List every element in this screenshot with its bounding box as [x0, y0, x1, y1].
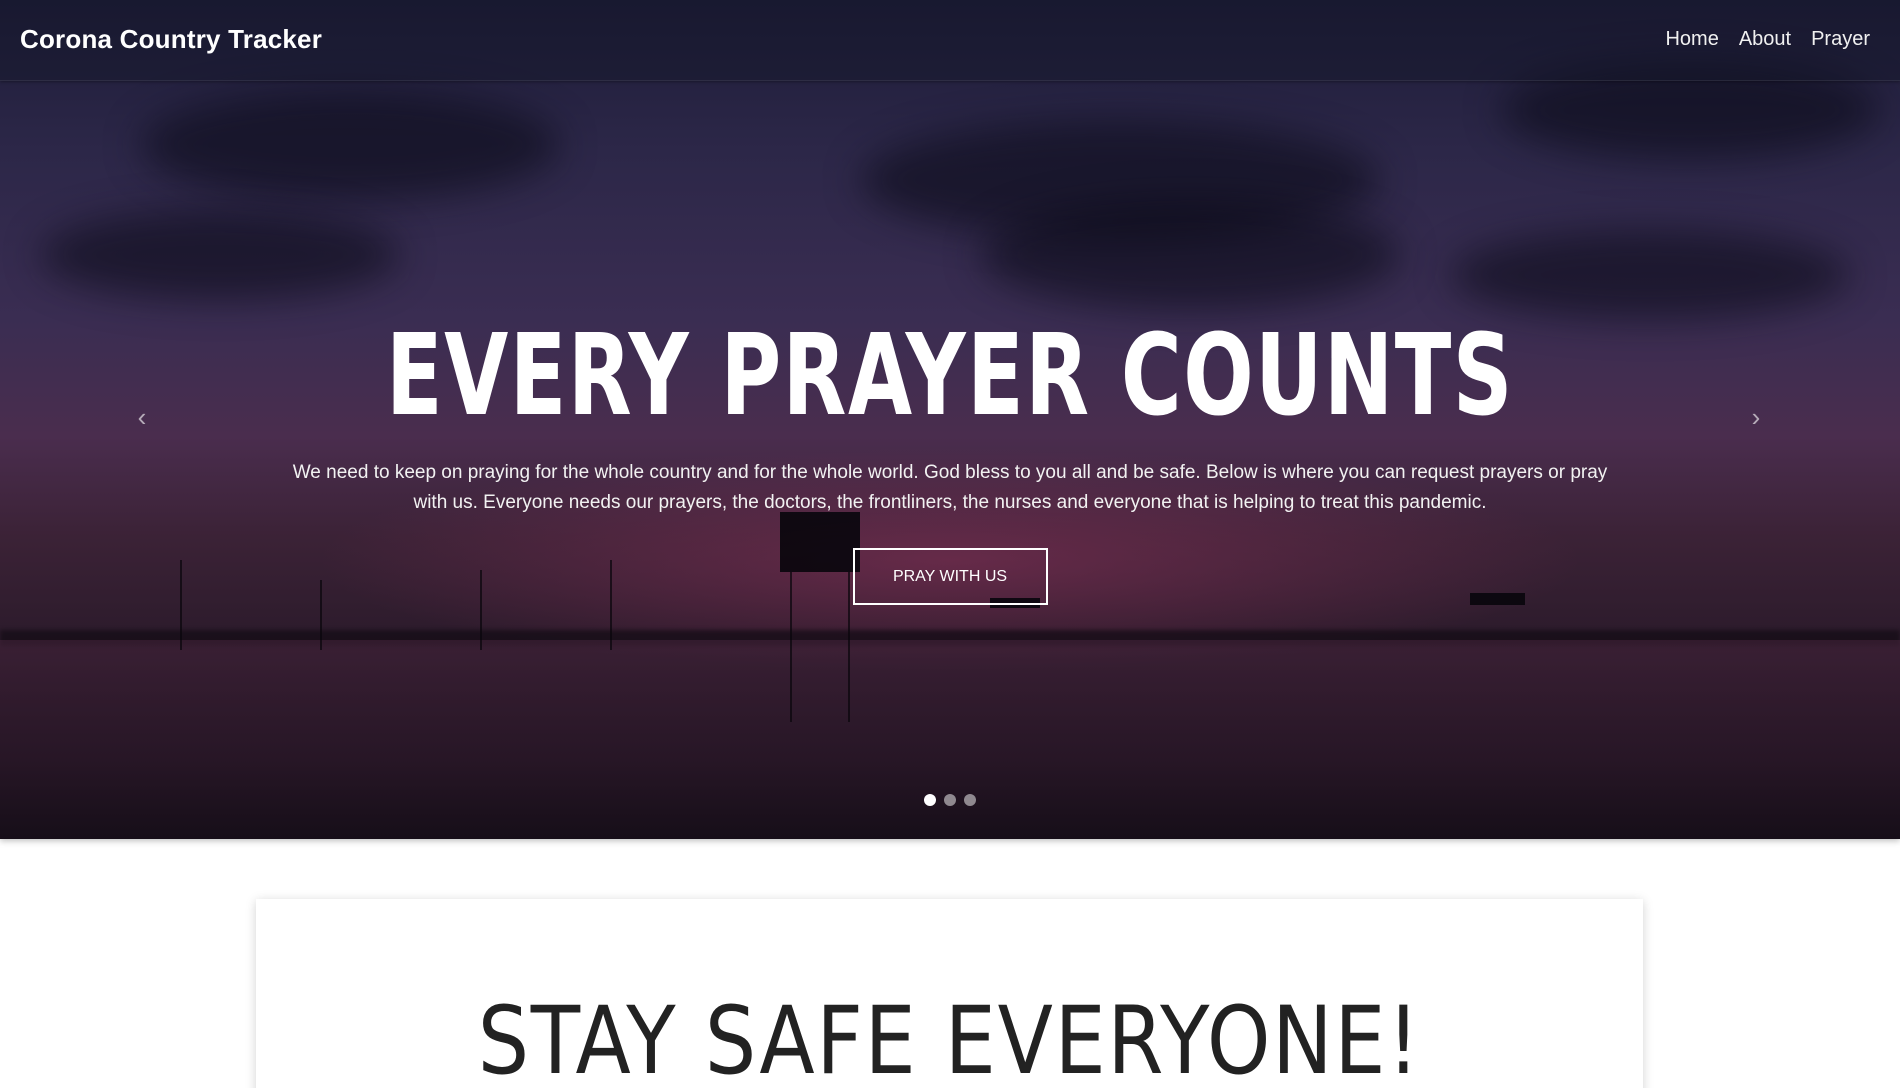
- carousel-indicator-2[interactable]: [944, 794, 956, 806]
- water-surface: [0, 640, 1900, 839]
- cloud-shape: [980, 200, 1400, 310]
- carousel-indicator-1[interactable]: [924, 794, 936, 806]
- cloud-shape: [140, 90, 560, 200]
- card-title: STAY SAFE EVERYONE!: [477, 987, 1422, 1088]
- hero-subtext: We need to keep on praying for the whole…: [292, 462, 1608, 513]
- stay-safe-card: STAY SAFE EVERYONE!: [256, 899, 1643, 1088]
- nav-links: Home About Prayer: [1665, 28, 1870, 51]
- nav-link-prayer[interactable]: Prayer: [1811, 28, 1870, 51]
- cloud-shape: [1450, 230, 1850, 320]
- hero-carousel: ‹ › EVERY PRAYER COUNTS We need to keep …: [0, 0, 1900, 839]
- carousel-indicators: [0, 794, 1900, 806]
- cloud-shape: [40, 210, 400, 300]
- carousel-indicator-3[interactable]: [964, 794, 976, 806]
- nav-link-home[interactable]: Home: [1665, 28, 1718, 51]
- brand-link[interactable]: Corona Country Tracker: [20, 24, 322, 55]
- nav-link-about[interactable]: About: [1739, 28, 1791, 51]
- pray-with-us-button[interactable]: PRAY WITH US: [852, 548, 1048, 605]
- carousel-caption: EVERY PRAYER COUNTS We need to keep on p…: [0, 320, 1900, 605]
- hero-headline: EVERY PRAYER COUNTS: [386, 311, 1514, 441]
- navbar: Corona Country Tracker Home About Prayer: [0, 0, 1900, 81]
